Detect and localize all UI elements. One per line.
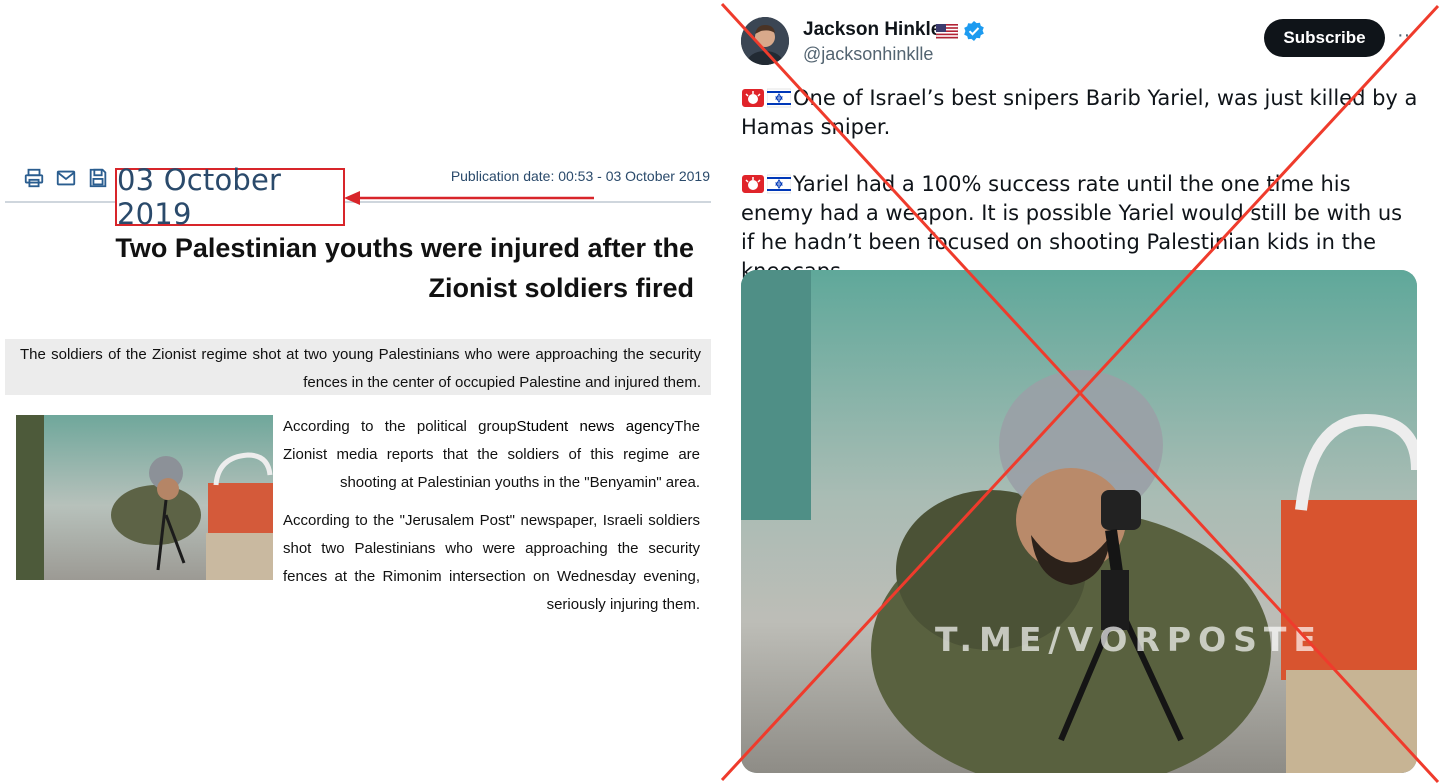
siren-icon xyxy=(742,175,764,193)
media-watermark: T.ME/VORPOSTE xyxy=(935,620,1323,659)
siren-icon xyxy=(742,89,764,107)
tweet-paragraph-2: Yariel had a 100% success rate until the… xyxy=(741,172,1403,283)
article-paragraph-2: According to the "Jerusalem Post" newspa… xyxy=(283,512,700,613)
red-arrow-icon xyxy=(344,191,594,205)
tweet-paragraph-1: One of Israel’s best snipers Barib Yarie… xyxy=(741,86,1418,139)
author-handle[interactable]: @jacksonhinklle xyxy=(803,44,933,65)
avatar[interactable] xyxy=(741,17,789,65)
israel-flag-icon xyxy=(767,174,791,194)
israel-flag-icon xyxy=(767,88,791,108)
agency-link[interactable]: Student news agency xyxy=(517,418,675,435)
article-body: According to the political groupStudent … xyxy=(283,413,700,629)
author-name[interactable]: Jackson Hinkle xyxy=(803,19,941,41)
more-options-icon[interactable]: ·· xyxy=(1397,24,1410,47)
print-icon[interactable] xyxy=(22,166,46,190)
save-icon[interactable] xyxy=(86,166,110,190)
date-highlight-box: 03 October 2019 xyxy=(115,163,345,231)
article-photo xyxy=(16,415,273,580)
article-headline: Two Palestinian youths were injured afte… xyxy=(115,233,694,303)
tweet-screenshot: Jackson Hinkle @jacksonhinklle Subscribe… xyxy=(720,0,1440,784)
tweet-photo[interactable]: T.ME/VORPOSTE xyxy=(741,270,1417,773)
verified-badge-icon xyxy=(964,21,984,41)
news-article-screenshot: Publication date: 00:53 - 03 October 201… xyxy=(0,0,720,784)
article-paragraph-1: According to the political groupStudent … xyxy=(283,418,700,491)
email-icon[interactable] xyxy=(54,166,78,190)
publication-date: Publication date: 00:53 - 03 October 201… xyxy=(450,168,710,184)
us-flag-icon xyxy=(936,24,958,39)
article-lead: The soldiers of the Zionist regime shot … xyxy=(5,339,711,395)
subscribe-button[interactable]: Subscribe xyxy=(1264,19,1385,57)
